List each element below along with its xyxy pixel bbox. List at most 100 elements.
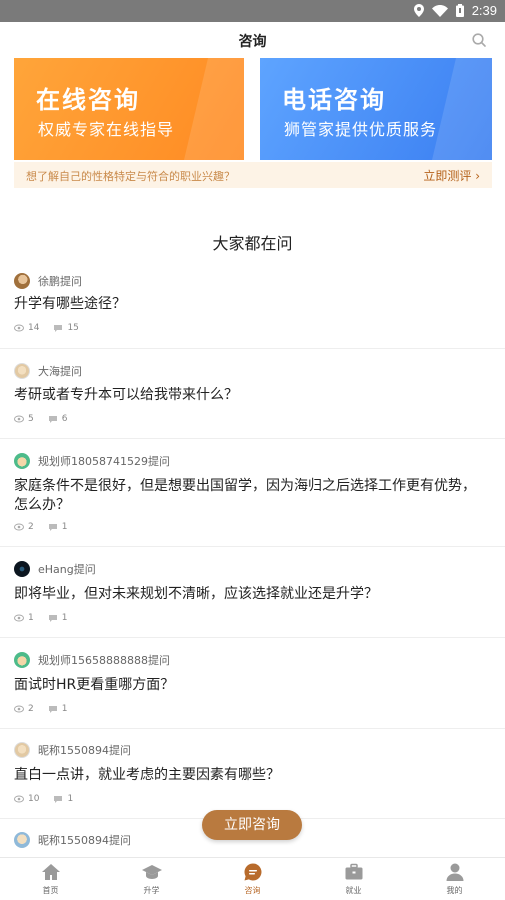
comment-count: 6 — [61, 414, 68, 424]
comment-count: 1 — [61, 522, 68, 532]
question-author: 昵称1550894提问 — [14, 742, 131, 758]
comment-icon — [48, 614, 57, 622]
online-consult-title: 在线咨询 — [36, 86, 140, 114]
comment-count: 1 — [61, 613, 68, 623]
eye-icon — [14, 523, 24, 531]
view-count: 2 — [28, 522, 34, 532]
consult-now-button[interactable]: 立即咨询 — [202, 810, 302, 840]
tab-label: 就业 — [345, 886, 362, 895]
question-text: 升学有哪些途径？ — [14, 296, 126, 312]
graduation-cap-icon — [141, 865, 162, 879]
status-bar: 2:39 — [0, 0, 505, 22]
eye-icon — [14, 415, 24, 423]
section-title: 大家都在问 — [212, 234, 293, 253]
search-icon[interactable] — [471, 32, 487, 48]
question-stats: 1 1 — [14, 613, 67, 623]
author-name: 徐鹏提问 — [38, 275, 82, 288]
page-title: 咨询 — [238, 34, 267, 50]
author-name: 规划师15658888888提问 — [38, 654, 170, 667]
phone-consult-subtitle: 狮管家提供优质服务 — [284, 120, 438, 139]
avatar — [14, 273, 30, 289]
tab-label: 咨询 — [244, 886, 261, 895]
question-stats: 14 15 — [14, 323, 79, 333]
tab-home[interactable]: 首页 — [0, 858, 101, 900]
question-item[interactable]: 徐鹏提问 升学有哪些途径？ 14 15 — [0, 262, 505, 349]
comment-count: 1 — [67, 794, 74, 804]
author-name: 大海提问 — [38, 365, 82, 378]
avatar — [14, 742, 30, 758]
test-prompt: 想了解自己的性格特定与符合的职业兴趣？ — [26, 170, 235, 183]
author-name: 规划师18058741529提问 — [38, 455, 170, 468]
question-text: 即将毕业，但对未来规划不清晰，应该选择就业还是升学？ — [14, 586, 378, 602]
tab-consult[interactable]: 咨询 — [202, 858, 303, 900]
question-stats: 2 1 — [14, 704, 67, 714]
header: 咨询 — [0, 22, 505, 58]
view-count: 2 — [28, 704, 34, 714]
question-author: 规划师18058741529提问 — [14, 453, 170, 469]
tab-label: 首页 — [42, 886, 59, 895]
avatar — [14, 832, 30, 848]
tab-employment[interactable]: 就业 — [303, 858, 404, 900]
card-decoration — [184, 58, 244, 160]
view-count: 14 — [28, 323, 40, 333]
question-stats: 2 1 — [14, 522, 67, 532]
question-item[interactable]: 大海提问 考研或者专升本可以给我带来什么？ 5 6 — [0, 349, 505, 439]
question-text: 直白一点讲，就业考虑的主要因素有哪些？ — [14, 767, 280, 783]
question-author: 大海提问 — [14, 363, 82, 379]
bottom-tab-bar: 首页 升学 咨询 就业 我的 — [0, 857, 505, 900]
status-icons: 2:39 — [413, 3, 497, 18]
view-count: 10 — [28, 794, 40, 804]
author-name: eHang提问 — [38, 563, 96, 576]
tab-education[interactable]: 升学 — [101, 858, 202, 900]
question-item[interactable]: 规划师15658888888提问 面试时HR更看重哪方面？ 2 1 — [0, 638, 505, 729]
online-consult-card[interactable]: 在线咨询 权威专家在线指导 — [14, 58, 244, 160]
eye-icon — [14, 705, 24, 713]
view-count: 1 — [28, 613, 34, 623]
question-text: 考研或者专升本可以给我带来什么？ — [14, 387, 238, 403]
comment-icon — [48, 523, 57, 531]
avatar — [14, 561, 30, 577]
author-name: 昵称1550894提问 — [38, 834, 131, 847]
comment-icon — [54, 324, 63, 332]
question-author: 昵称1550894提问 — [14, 832, 131, 848]
comment-count: 15 — [67, 323, 79, 333]
question-author: 徐鹏提问 — [14, 273, 82, 289]
question-text: 家庭条件不是很好，但是想要出国留学，因为海归之后选择工作更有优势，怎么办？ — [14, 478, 476, 513]
chat-icon — [243, 863, 261, 881]
tab-label: 我的 — [446, 886, 463, 895]
eye-icon — [14, 324, 24, 332]
comment-icon — [48, 705, 57, 713]
card-decoration — [432, 58, 492, 160]
personality-test-bar[interactable]: 想了解自己的性格特定与符合的职业兴趣？ 立即测评 › — [14, 162, 492, 188]
question-item[interactable]: 规划师18058741529提问 家庭条件不是很好，但是想要出国留学，因为海归之… — [0, 439, 505, 547]
phone-consult-card[interactable]: 电话咨询 狮管家提供优质服务 — [260, 58, 492, 160]
comment-icon — [54, 795, 63, 803]
test-now-link[interactable]: 立即测评 › — [423, 167, 480, 184]
eye-icon — [14, 614, 24, 622]
tab-label: 升学 — [143, 886, 160, 895]
question-item[interactable]: 昵称1550894提问 直白一点讲，就业考虑的主要因素有哪些？ 10 1 — [0, 729, 505, 819]
question-stats: 5 6 — [14, 414, 67, 424]
tab-profile[interactable]: 我的 — [404, 858, 505, 900]
briefcase-icon — [345, 863, 362, 880]
home-icon — [41, 864, 60, 880]
question-text: 面试时HR更看重哪方面？ — [14, 677, 175, 693]
view-count: 5 — [28, 414, 34, 424]
phone-consult-title: 电话咨询 — [282, 86, 386, 114]
location-icon — [413, 4, 424, 17]
question-item[interactable]: eHang提问 即将毕业，但对未来规划不清晰，应该选择就业还是升学？ 1 1 — [0, 547, 505, 638]
wifi-icon — [431, 4, 448, 17]
comment-icon — [48, 415, 57, 423]
consult-banner: 在线咨询 权威专家在线指导 电话咨询 狮管家提供优质服务 想了解自己的性格特定与… — [14, 58, 492, 190]
author-name: 昵称1550894提问 — [38, 744, 131, 757]
battery-icon — [455, 4, 464, 17]
online-consult-subtitle: 权威专家在线指导 — [38, 120, 175, 139]
status-time: 2:39 — [471, 3, 497, 18]
avatar — [14, 652, 30, 668]
eye-icon — [14, 795, 24, 803]
comment-count: 1 — [61, 704, 68, 714]
question-author: eHang提问 — [14, 561, 96, 577]
avatar — [14, 363, 30, 379]
avatar — [14, 453, 30, 469]
person-icon — [446, 863, 463, 881]
